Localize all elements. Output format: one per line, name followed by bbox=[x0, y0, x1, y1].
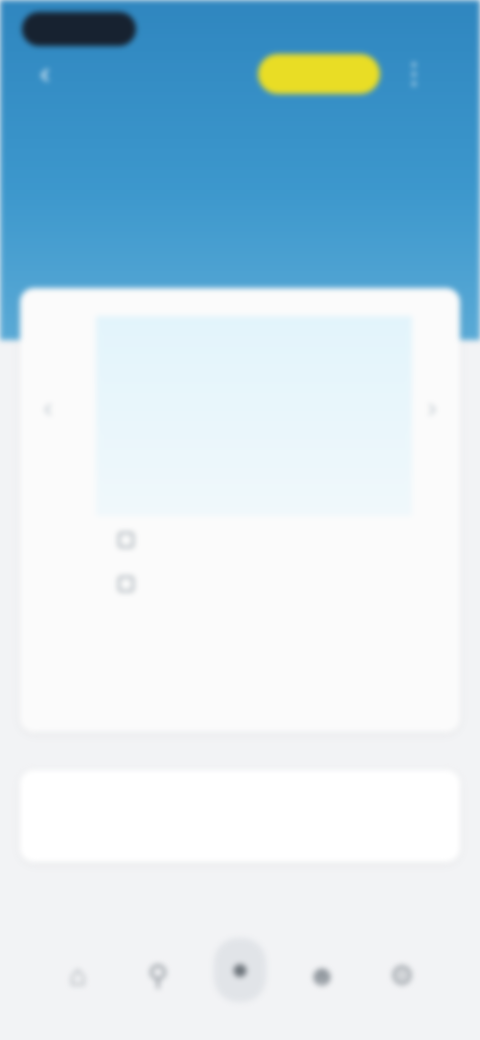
checkbox-icon bbox=[118, 532, 134, 548]
chevron-left-icon[interactable]: ‹ bbox=[28, 388, 68, 428]
option-item[interactable] bbox=[150, 384, 420, 430]
status-time bbox=[22, 12, 136, 46]
checkbox-icon bbox=[118, 576, 134, 592]
bottom-nav: ⌂ ⚲ ● ☻ ⚙ bbox=[0, 920, 480, 1030]
profile-icon[interactable]: ☻ bbox=[300, 954, 344, 998]
summary-text bbox=[118, 638, 408, 668]
search-icon[interactable]: ⚲ bbox=[136, 954, 180, 998]
home-icon[interactable]: ⌂ bbox=[56, 954, 100, 998]
center-action-icon[interactable]: ● bbox=[214, 938, 266, 1002]
primary-action-button[interactable] bbox=[20, 770, 460, 862]
vip-button[interactable] bbox=[258, 54, 380, 94]
settings-icon[interactable]: ⚙ bbox=[380, 954, 424, 998]
back-arrow-icon: ‹ bbox=[40, 57, 50, 90]
item-list bbox=[118, 518, 408, 606]
menu-button[interactable]: ⋮ bbox=[394, 56, 434, 96]
option-item[interactable] bbox=[150, 476, 420, 522]
option-item[interactable] bbox=[150, 430, 420, 476]
status-pill bbox=[22, 12, 136, 46]
more-icon: ⋮ bbox=[400, 58, 428, 89]
selection-card: ‹ › bbox=[20, 288, 460, 732]
back-button[interactable]: ‹ bbox=[10, 56, 80, 96]
list-item[interactable] bbox=[118, 518, 408, 562]
list-item[interactable] bbox=[118, 562, 408, 606]
option-list bbox=[150, 338, 420, 522]
option-item[interactable] bbox=[150, 338, 420, 384]
primary-action-label bbox=[20, 770, 460, 862]
